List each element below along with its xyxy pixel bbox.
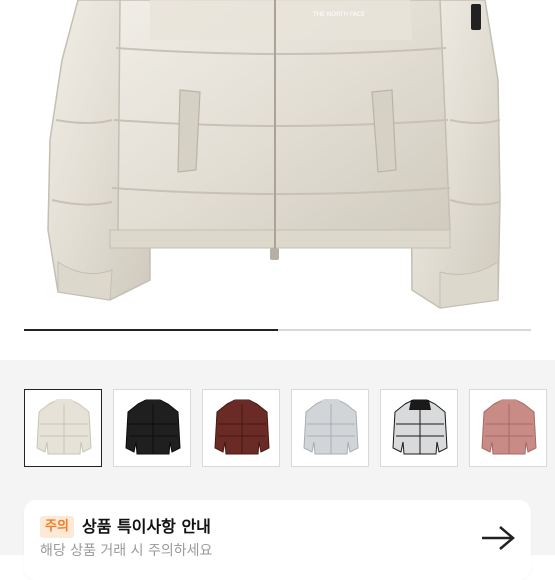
thumbnail-black[interactable] [113, 389, 191, 467]
carousel-progress-bar [24, 329, 531, 331]
puffer-jacket-image: THE NORTH FACE [47, 0, 501, 309]
notice-title: 상품 특이사항 안내 [82, 517, 211, 536]
product-image-carousel[interactable]: THE NORTH FACE [0, 0, 555, 360]
brand-logo-text: THE NORTH FACE [312, 11, 365, 18]
notice-subtitle: 해당 상품 거래 시 주의하세요 [40, 543, 213, 559]
thumbnail-burgundy[interactable] [202, 389, 280, 467]
thumbnail-light-grey[interactable] [291, 389, 369, 467]
thumbnail-pink[interactable] [469, 389, 547, 467]
jacket-thumbnail-icon [392, 399, 448, 455]
jacket-thumbnail-icon [303, 399, 359, 455]
jacket-thumbnail-icon [481, 399, 537, 455]
thumbnail-strip[interactable] [24, 389, 547, 469]
carousel-progress-fill [24, 329, 278, 331]
thumbnail-ivory[interactable] [24, 389, 102, 467]
arrow-right-icon[interactable] [480, 524, 516, 552]
jacket-thumbnail-icon [214, 399, 270, 455]
product-notice-card[interactable]: 주의 상품 특이사항 안내 해당 상품 거래 시 주의하세요 [24, 500, 531, 580]
thumbnail-silver-black[interactable] [380, 389, 458, 467]
jacket-thumbnail-icon [125, 399, 181, 455]
caution-badge: 주의 [40, 516, 74, 538]
jacket-thumbnail-icon [36, 399, 92, 455]
